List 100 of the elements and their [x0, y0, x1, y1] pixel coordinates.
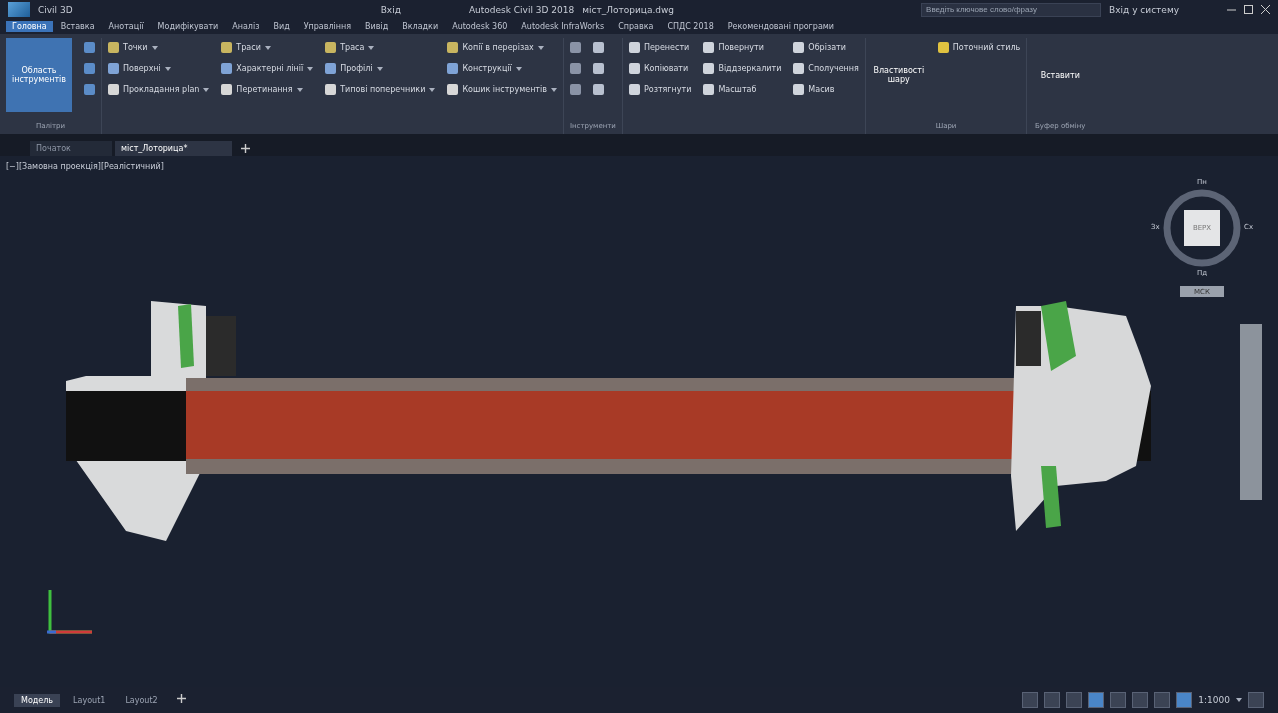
toolspace-button[interactable]: Область інструментів	[6, 38, 72, 112]
modify-item[interactable]: Перенести	[643, 43, 690, 52]
ribbon-tab[interactable]: Головна	[6, 21, 53, 32]
caret-icon[interactable]	[515, 66, 522, 71]
caret-icon[interactable]	[550, 87, 557, 92]
workspace-label[interactable]: Вхід	[380, 4, 401, 15]
ribbon-tab[interactable]: Autodesk InfraWorks	[515, 21, 611, 32]
caret-icon[interactable]	[376, 66, 383, 71]
modify-item[interactable]: Повернути	[718, 43, 764, 52]
ribbon-item[interactable]: Кошик інструментів	[462, 85, 547, 94]
caret-icon[interactable]	[1236, 698, 1242, 702]
ribbon-tab[interactable]: Аналіз	[226, 21, 266, 32]
ribbon-item[interactable]: Копії в перерізах	[462, 43, 534, 52]
annotation-scale[interactable]: 1:1000	[1198, 695, 1230, 705]
search-field[interactable]: Введіть ключове слово/фразу	[921, 2, 1102, 17]
modify-item[interactable]: Розтягнути	[643, 85, 692, 94]
quick-access-label[interactable]: Civil 3D	[38, 4, 73, 15]
add-layout-icon[interactable]	[176, 694, 186, 703]
ribbon-tab[interactable]: СПДС 2018	[661, 21, 720, 32]
ribbon-tab[interactable]: Справка	[612, 21, 660, 32]
draw-tool-icon[interactable]	[569, 42, 581, 53]
layer-style-item[interactable]: Поточний стиль	[952, 43, 1021, 52]
ribbon-item[interactable]: Поверхні	[123, 64, 161, 73]
tool-icon[interactable]	[447, 63, 459, 74]
draw-tool-icon[interactable]	[592, 42, 604, 53]
tool-icon[interactable]	[221, 84, 233, 95]
ribbon-item[interactable]: Типові поперечники	[340, 85, 426, 94]
ribbon-item[interactable]: Прокладання plan	[123, 85, 200, 94]
draw-tool-icon[interactable]	[569, 84, 581, 95]
tool-icon[interactable]	[108, 84, 119, 95]
ribbon-tab[interactable]: Рекомендовані програми	[721, 21, 841, 32]
viewport-label[interactable]: [−][Замовна проекція][Реалістичний]	[6, 162, 164, 171]
maximize-icon[interactable]	[1244, 5, 1253, 14]
ribbon-item[interactable]: Профілі	[340, 64, 373, 73]
ribbon-tab[interactable]: Вивід	[359, 21, 395, 32]
caret-icon[interactable]	[151, 45, 158, 50]
caret-icon[interactable]	[296, 87, 303, 92]
ribbon-tab[interactable]: Вставка	[54, 21, 101, 32]
tool-icon[interactable]	[447, 84, 459, 95]
tool-icon[interactable]	[628, 42, 640, 53]
caret-icon[interactable]	[368, 45, 375, 50]
caret-icon[interactable]	[164, 66, 171, 71]
status-tool-icon[interactable]	[1110, 692, 1127, 708]
ribbon-item[interactable]: Характерні лінії	[236, 64, 304, 73]
layout-tab[interactable]: Layout2	[118, 693, 165, 707]
status-tool-icon[interactable]	[1176, 692, 1193, 708]
tool-icon[interactable]	[221, 63, 233, 74]
modify-item[interactable]: Віддзеркалити	[718, 64, 782, 73]
draw-tool-icon[interactable]	[592, 84, 604, 95]
tool-icon[interactable]	[325, 63, 337, 74]
compass-ring-icon[interactable]	[1162, 188, 1242, 268]
document-tab[interactable]: міст_Лоторица*	[115, 141, 232, 156]
status-tool-icon[interactable]	[1022, 692, 1039, 708]
tool-icon[interactable]	[325, 42, 337, 53]
ribbon-item[interactable]: Траса	[340, 43, 365, 52]
ribbon-item[interactable]: Траси	[236, 43, 261, 52]
tool-icon[interactable]	[793, 63, 805, 74]
caret-icon[interactable]	[307, 66, 314, 71]
modify-item[interactable]: Сполучення	[808, 64, 859, 73]
sign-in-link[interactable]: Вхід у систему	[1109, 4, 1179, 15]
caret-icon[interactable]	[537, 45, 544, 50]
tool-icon[interactable]	[793, 42, 805, 53]
status-tool-icon[interactable]	[1044, 692, 1061, 708]
ribbon-tab[interactable]: Модифікувати	[151, 21, 225, 32]
ribbon-tab[interactable]: Управління	[297, 21, 358, 32]
ribbon-tab[interactable]: Анотації	[102, 21, 150, 32]
status-tool-icon[interactable]	[1066, 692, 1083, 708]
draw-tool-icon[interactable]	[569, 63, 581, 74]
draw-tool-icon[interactable]	[592, 63, 604, 74]
modify-item[interactable]: Обрізати	[808, 43, 846, 52]
tool-icon[interactable]	[703, 63, 715, 74]
layer-icon[interactable]	[937, 42, 949, 53]
tool-icon[interactable]	[628, 84, 640, 95]
modify-item[interactable]: Масштаб	[718, 85, 757, 94]
tool-icon[interactable]	[628, 63, 640, 74]
tool-icon[interactable]	[447, 42, 459, 53]
tool-icon[interactable]	[221, 42, 233, 53]
status-tool-icon[interactable]	[1088, 692, 1105, 708]
status-tool-icon[interactable]	[1154, 692, 1171, 708]
ribbon-item[interactable]: Перетинання	[236, 85, 293, 94]
document-tab[interactable]: Початок	[30, 141, 112, 156]
new-tab-icon[interactable]	[241, 144, 250, 153]
close-icon[interactable]	[1261, 5, 1270, 14]
caret-icon[interactable]	[429, 87, 436, 92]
layout-tab[interactable]: Layout1	[66, 693, 113, 707]
caret-icon[interactable]	[203, 87, 210, 92]
ribbon-item[interactable]: Конструкції	[462, 64, 512, 73]
ribbon-item[interactable]: Точки	[123, 43, 148, 52]
ribbon-tab[interactable]: Вид	[267, 21, 296, 32]
tool-icon[interactable]	[793, 84, 805, 95]
layer-properties-button[interactable]: Властивості шару	[871, 38, 926, 112]
caret-icon[interactable]	[264, 45, 271, 50]
status-tool-icon[interactable]	[1132, 692, 1149, 708]
modify-item[interactable]: Масив	[808, 85, 835, 94]
paste-button[interactable]: Вставити	[1033, 38, 1088, 112]
ribbon-tab[interactable]: Autodesk 360	[446, 21, 514, 32]
modify-item[interactable]: Копіювати	[643, 64, 689, 73]
tool-icon[interactable]	[325, 84, 337, 95]
ribbon-tab[interactable]: Вкладки	[396, 21, 445, 32]
tool-icon[interactable]	[703, 42, 715, 53]
